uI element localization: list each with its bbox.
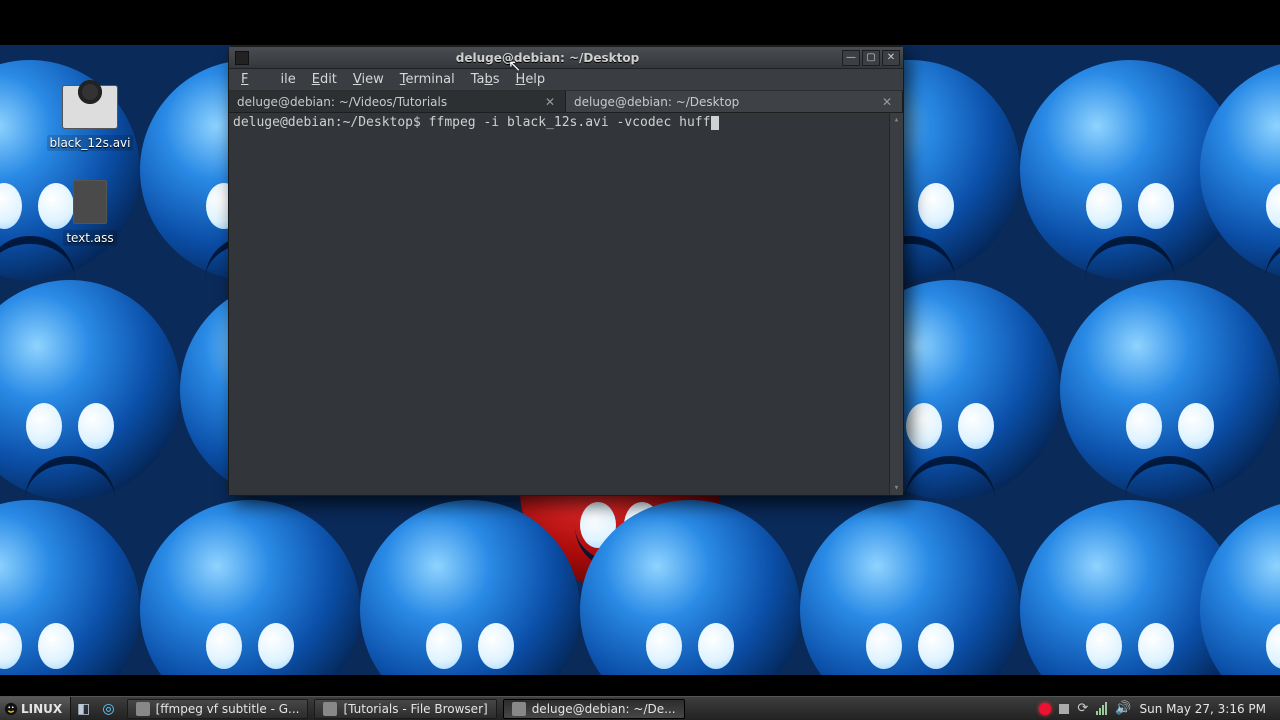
scroll-down-icon[interactable]: ▾ [890, 481, 903, 495]
letterbox-top [0, 0, 1280, 45]
window-titlebar[interactable]: deluge@debian: ~/Desktop — ▢ ✕ [229, 47, 903, 69]
start-label: LINUX [21, 702, 62, 716]
app-icon [512, 702, 526, 716]
video-file-icon [62, 85, 118, 129]
record-icon[interactable] [1039, 703, 1051, 715]
start-menu-button[interactable]: LINUX [0, 697, 71, 720]
terminal-prompt: deluge@debian:~/Desktop$ [233, 115, 429, 130]
clock[interactable]: Sun May 27, 3:16 PM [1139, 702, 1272, 716]
linux-logo-icon [4, 702, 18, 716]
text-file-icon [73, 180, 107, 224]
launcher-browser[interactable]: ◎ [96, 701, 120, 717]
menu-bar: File Edit View Terminal Tabs Help [229, 69, 903, 91]
launcher-show-desktop[interactable]: ◧ [71, 701, 96, 717]
terminal-tab[interactable]: deluge@debian: ~/Desktop ✕ [566, 91, 903, 112]
taskbar-button-label: [ffmpeg vf subtitle - G... [156, 702, 300, 716]
menu-tabs[interactable]: Tabs [463, 70, 508, 89]
window-title: deluge@debian: ~/Desktop [255, 51, 840, 65]
tab-close-icon[interactable]: ✕ [880, 95, 894, 109]
desktop-icon-text[interactable]: text.ass [40, 180, 140, 246]
terminal-scrollbar[interactable]: ▴ ▾ [889, 113, 903, 495]
terminal-body[interactable]: deluge@debian:~/Desktop$ ffmpeg -i black… [229, 113, 903, 495]
network-icon[interactable] [1096, 702, 1107, 715]
terminal-tabs: deluge@debian: ~/Videos/Tutorials ✕ delu… [229, 91, 903, 113]
tab-label: deluge@debian: ~/Desktop [574, 95, 739, 109]
menu-view[interactable]: View [345, 70, 392, 89]
taskbar-button[interactable]: [ffmpeg vf subtitle - G... [127, 699, 309, 719]
menu-help[interactable]: Help [508, 70, 554, 89]
taskbar-button[interactable]: deluge@debian: ~/De... [503, 699, 685, 719]
app-icon [136, 702, 150, 716]
taskbar-button[interactable]: [Tutorials - File Browser] [314, 699, 496, 719]
volume-icon[interactable]: 🔊 [1115, 701, 1131, 716]
update-icon[interactable]: ⟳ [1077, 701, 1088, 716]
scroll-up-icon[interactable]: ▴ [890, 113, 903, 127]
tab-label: deluge@debian: ~/Videos/Tutorials [237, 95, 447, 109]
terminal-cursor [711, 116, 719, 130]
taskbar-button-label: [Tutorials - File Browser] [343, 702, 487, 716]
menu-terminal[interactable]: Terminal [392, 70, 463, 89]
desktop-icon-label: text.ass [63, 230, 116, 246]
desktop-icon-label: black_12s.avi [47, 135, 134, 151]
terminal-app-icon [235, 51, 249, 65]
terminal-tab[interactable]: deluge@debian: ~/Videos/Tutorials ✕ [229, 91, 566, 112]
close-button[interactable]: ✕ [882, 50, 900, 66]
system-tray: ⟳ 🔊 Sun May 27, 3:16 PM [1031, 697, 1280, 720]
terminal-window[interactable]: deluge@debian: ~/Desktop — ▢ ✕ File Edit… [228, 46, 904, 496]
taskbar-button-label: deluge@debian: ~/De... [532, 702, 676, 716]
terminal-command: ffmpeg -i black_12s.avi -vcodec huff [429, 115, 711, 130]
maximize-button[interactable]: ▢ [862, 50, 880, 66]
desktop-icon-video[interactable]: black_12s.avi [40, 85, 140, 151]
stop-icon[interactable] [1059, 704, 1069, 714]
menu-file[interactable]: File [233, 70, 304, 89]
minimize-button[interactable]: — [842, 50, 860, 66]
menu-edit[interactable]: Edit [304, 70, 345, 89]
taskbar: LINUX ◧ ◎ [ffmpeg vf subtitle - G... [Tu… [0, 696, 1280, 720]
tab-close-icon[interactable]: ✕ [543, 95, 557, 109]
app-icon [323, 702, 337, 716]
